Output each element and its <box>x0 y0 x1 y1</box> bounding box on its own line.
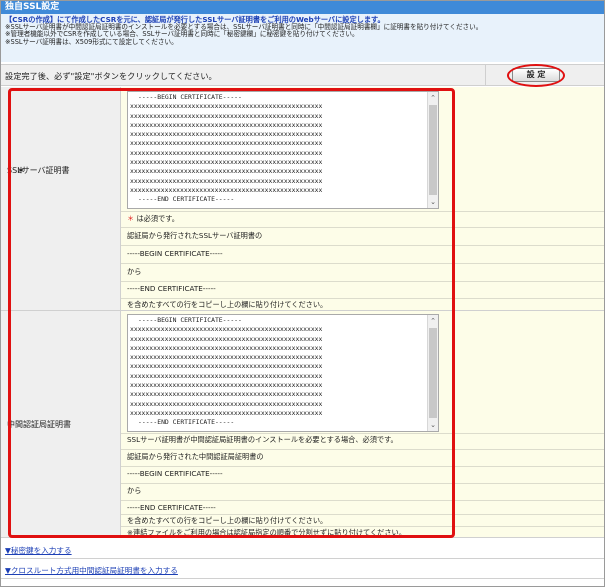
row-divider <box>121 298 604 299</box>
panel-title: 独自SSL設定 <box>1 1 604 14</box>
intermediate-cert-content: -----BEGIN CERTIFICATE----- xxxxxxxxxxxxx… <box>121 311 604 537</box>
intermediate-help-line: ※連結ファイルをご利用の場合は認証局指定の順番で分割せずに貼り付けてください。 <box>127 528 406 537</box>
textarea-line: xxxxxxxxxxxxxxxxxxxxxxxxxxxxxxxxxxxxxxxx… <box>130 353 323 362</box>
ssl-cert-scrollbar[interactable]: ⌃ ⌄ <box>427 92 438 208</box>
row-divider <box>121 211 604 212</box>
textarea-line: xxxxxxxxxxxxxxxxxxxxxxxxxxxxxxxxxxxxxxxx… <box>130 185 323 194</box>
ssl-cert-section: SSLサーバ証明書＊ -----BEGIN CERTIFICATE----- xx… <box>1 87 604 311</box>
ssl-cert-label-cell: SSLサーバ証明書＊ <box>1 87 121 310</box>
textarea-line: xxxxxxxxxxxxxxxxxxxxxxxxxxxxxxxxxxxxxxxx… <box>130 399 323 408</box>
textarea-line: xxxxxxxxxxxxxxxxxxxxxxxxxxxxxxxxxxxxxxxx… <box>130 111 323 120</box>
textarea-line: xxxxxxxxxxxxxxxxxxxxxxxxxxxxxxxxxxxxxxxx… <box>130 102 323 111</box>
ssl-help-line: から <box>127 267 142 276</box>
row-divider <box>121 526 604 527</box>
scrollbar-thumb[interactable] <box>429 105 437 195</box>
ssl-help-line: -----END CERTIFICATE----- <box>127 284 216 293</box>
intermediate-help-line: 認証局から発行された中間認証局証明書の <box>127 452 264 461</box>
textarea-line: xxxxxxxxxxxxxxxxxxxxxxxxxxxxxxxxxxxxxxxx… <box>130 139 323 148</box>
scroll-up-icon[interactable]: ⌃ <box>428 315 438 327</box>
textarea-line: xxxxxxxxxxxxxxxxxxxxxxxxxxxxxxxxxxxxxxxx… <box>130 148 323 157</box>
row-divider <box>121 466 604 467</box>
row-divider <box>121 449 604 450</box>
textarea-line: -----END CERTIFICATE----- <box>138 195 235 204</box>
intro-note: ※SSLサーバ証明書は、X509形式にて設定してください。 <box>5 37 178 46</box>
row-divider <box>121 483 604 484</box>
textarea-line: xxxxxxxxxxxxxxxxxxxxxxxxxxxxxxxxxxxxxxxx… <box>130 390 323 399</box>
scrollbar-thumb[interactable] <box>429 328 437 418</box>
intermediate-help-line: -----BEGIN CERTIFICATE----- <box>127 469 223 478</box>
ssl-cert-content: -----BEGIN CERTIFICATE----- xxxxxxxxxxxxx… <box>121 87 604 310</box>
textarea-line: xxxxxxxxxxxxxxxxxxxxxxxxxxxxxxxxxxxxxxxx… <box>130 334 323 343</box>
intro-notes: 【CSRの作成】にて作成したCSRを元に、認証局が発行したSSLサーバ証明書をご… <box>1 14 604 62</box>
intermediate-help-line: -----END CERTIFICATE----- <box>127 503 216 512</box>
action-message: 設定完了後、必ず"設定"ボタンをクリックしてください。 <box>5 71 217 81</box>
action-bar: 設定完了後、必ず"設定"ボタンをクリックしてください。 設 定 <box>1 64 604 86</box>
ssl-cert-label-wrap: SSLサーバ証明書＊ <box>7 165 70 176</box>
ssl-help-line: ＊ は必須です。 <box>127 214 179 224</box>
row-divider <box>121 500 604 501</box>
row-divider <box>121 514 604 515</box>
textarea-line: xxxxxxxxxxxxxxxxxxxxxxxxxxxxxxxxxxxxxxxx… <box>130 167 323 176</box>
textarea-line: -----BEGIN CERTIFICATE----- <box>138 316 242 324</box>
ssl-cert-textarea-lines: -----BEGIN CERTIFICATE----- xxxxxxxxxxxxx… <box>130 93 426 205</box>
intermediate-help-line: SSLサーバ証明書が中間認証局証明書のインストールを必要とする場合、必須です。 <box>127 435 398 444</box>
row-divider <box>121 433 604 434</box>
scroll-down-icon[interactable]: ⌄ <box>428 196 438 208</box>
scroll-down-icon[interactable]: ⌄ <box>428 419 438 431</box>
row-divider <box>121 227 604 228</box>
ssl-settings-panel: 独自SSL設定 【CSRの作成】にて作成したCSRを元に、認証局が発行したSSL… <box>0 0 605 587</box>
cross-root-row: ▼クロスルート方式用中間認証局証明書を入力する <box>1 559 604 579</box>
textarea-line: -----BEGIN CERTIFICATE----- <box>138 93 242 101</box>
textarea-line: xxxxxxxxxxxxxxxxxxxxxxxxxxxxxxxxxxxxxxxx… <box>130 325 323 334</box>
ssl-help-line: -----BEGIN CERTIFICATE----- <box>127 249 223 258</box>
intermediate-help-line: から <box>127 486 142 495</box>
intermediate-textarea-lines: -----BEGIN CERTIFICATE----- xxxxxxxxxxxxx… <box>130 316 426 428</box>
help-required: は必須です。 <box>134 214 179 223</box>
row-divider <box>121 281 604 282</box>
textarea-line: xxxxxxxxxxxxxxxxxxxxxxxxxxxxxxxxxxxxxxxx… <box>130 371 323 380</box>
intermediate-scrollbar[interactable]: ⌃ ⌄ <box>427 315 438 431</box>
intermediate-cert-section: 中間認証局証明書 -----BEGIN CERTIFICATE----- xxxx… <box>1 311 604 538</box>
set-button[interactable]: 設 定 <box>512 68 560 82</box>
row-divider <box>121 245 604 246</box>
textarea-line: xxxxxxxxxxxxxxxxxxxxxxxxxxxxxxxxxxxxxxxx… <box>130 120 323 129</box>
ssl-help-line: 認証局から発行されたSSLサーバ証明書の <box>127 231 263 240</box>
textarea-line: xxxxxxxxxxxxxxxxxxxxxxxxxxxxxxxxxxxxxxxx… <box>130 176 323 185</box>
textarea-line: xxxxxxxxxxxxxxxxxxxxxxxxxxxxxxxxxxxxxxxx… <box>130 158 323 167</box>
intermediate-help-line: を含めたすべての行をコピーし上の欄に貼り付けてください。 <box>127 516 328 525</box>
bar-divider <box>485 65 486 85</box>
intermediate-label-cell: 中間認証局証明書 <box>1 311 121 537</box>
required-mark: ＊ <box>17 166 25 175</box>
intermediate-cert-label: 中間認証局証明書 <box>7 420 71 429</box>
textarea-line: xxxxxxxxxxxxxxxxxxxxxxxxxxxxxxxxxxxxxxxx… <box>130 381 323 390</box>
ssl-help-line: を含めたすべての行をコピーし上の欄に貼り付けてください。 <box>127 300 328 309</box>
private-key-row: ▼秘密鍵を入力する <box>1 539 604 559</box>
scroll-up-icon[interactable]: ⌃ <box>428 92 438 104</box>
textarea-line: xxxxxxxxxxxxxxxxxxxxxxxxxxxxxxxxxxxxxxxx… <box>130 362 323 371</box>
intermediate-cert-textarea[interactable]: -----BEGIN CERTIFICATE----- xxxxxxxxxxxxx… <box>127 314 439 432</box>
textarea-line: xxxxxxxxxxxxxxxxxxxxxxxxxxxxxxxxxxxxxxxx… <box>130 408 323 417</box>
textarea-line: -----END CERTIFICATE----- <box>138 418 235 427</box>
textarea-line: xxxxxxxxxxxxxxxxxxxxxxxxxxxxxxxxxxxxxxxx… <box>130 130 323 139</box>
ssl-cert-textarea[interactable]: -----BEGIN CERTIFICATE----- xxxxxxxxxxxxx… <box>127 91 439 209</box>
private-key-link[interactable]: ▼秘密鍵を入力する <box>5 545 72 556</box>
cross-root-link[interactable]: ▼クロスルート方式用中間認証局証明書を入力する <box>5 565 178 576</box>
textarea-line: xxxxxxxxxxxxxxxxxxxxxxxxxxxxxxxxxxxxxxxx… <box>130 343 323 352</box>
row-divider <box>121 263 604 264</box>
